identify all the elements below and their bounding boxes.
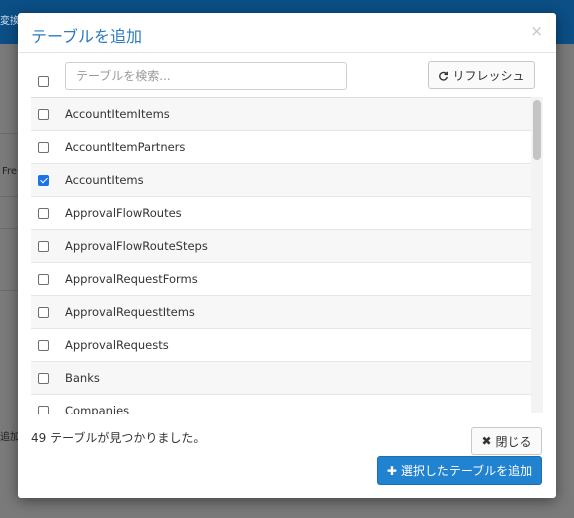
table-row-checkbox[interactable]: [38, 274, 49, 285]
table-name: AccountItemPartners: [65, 140, 186, 154]
add-button-label: 選択したテーブルを追加: [400, 464, 533, 478]
table-row[interactable]: ApprovalRequestItems: [31, 296, 543, 329]
table-row[interactable]: ApprovalRequests: [31, 329, 543, 362]
refresh-icon: [439, 71, 449, 81]
select-all-checkbox[interactable]: [38, 76, 49, 87]
table-row-checkbox[interactable]: [38, 373, 49, 384]
close-button-label: 閉じる: [495, 434, 532, 449]
table-row-checkbox[interactable]: [38, 241, 49, 252]
dialog-header: テーブルを追加 ×: [18, 13, 556, 53]
table-name: ApprovalRequests: [65, 338, 169, 352]
table-row[interactable]: AccountItemPartners: [31, 131, 543, 164]
plus-icon: ✚: [386, 463, 397, 478]
background-divider: [0, 133, 20, 134]
table-row-checkbox[interactable]: [38, 340, 49, 351]
search-input[interactable]: [65, 62, 347, 90]
table-row-checkbox[interactable]: [38, 175, 49, 186]
table-name: ApprovalFlowRoutes: [65, 206, 182, 220]
table-row[interactable]: AccountItemItems: [31, 98, 543, 131]
dialog-toolbar: リフレッシュ: [18, 54, 556, 98]
background-header-text: 変換: [0, 16, 20, 27]
table-name: AccountItems: [65, 173, 144, 187]
table-name: ApprovalRequestForms: [65, 272, 198, 286]
background-text-fragment: Fre: [2, 166, 18, 177]
table-list[interactable]: AccountItemItems AccountItemPartners Accou…: [31, 97, 543, 414]
table-row-checkbox[interactable]: [38, 109, 49, 120]
table-name: ApprovalFlowRouteSteps: [65, 239, 208, 253]
background-divider: [0, 290, 20, 291]
refresh-button[interactable]: リフレッシュ: [428, 61, 535, 89]
close-button[interactable]: ✖ 閉じる: [471, 427, 542, 455]
table-row-checkbox[interactable]: [38, 307, 49, 318]
scrollbar-thumb[interactable]: [533, 100, 541, 160]
table-name: ApprovalRequestItems: [65, 305, 195, 319]
table-row[interactable]: ApprovalFlowRoutes: [31, 197, 543, 230]
refresh-button-label: リフレッシュ: [452, 68, 525, 83]
table-row[interactable]: ApprovalFlowRouteSteps: [31, 230, 543, 263]
table-name: AccountItemItems: [65, 107, 170, 121]
result-count: 49 テーブルが見つかりました。: [31, 431, 206, 445]
add-table-dialog: テーブルを追加 × リフレッシュ AccountItemItemsAccount…: [18, 13, 556, 498]
table-row-checkbox[interactable]: [38, 208, 49, 219]
close-icon: ✖: [481, 434, 492, 448]
dialog-title: テーブルを追加: [31, 27, 143, 46]
table-name: Companies: [65, 404, 130, 414]
table-row[interactable]: Companies: [31, 395, 543, 414]
table-row[interactable]: AccountItems: [31, 164, 543, 197]
background-text-fragment: 追加: [0, 432, 20, 443]
table-row[interactable]: ApprovalRequestForms: [31, 263, 543, 296]
table-row-checkbox[interactable]: [38, 142, 49, 153]
table-name: Banks: [65, 371, 100, 385]
add-selected-tables-button[interactable]: ✚ 選択したテーブルを追加: [377, 456, 542, 485]
background-divider: [0, 228, 20, 229]
close-icon[interactable]: ×: [530, 22, 543, 40]
table-row[interactable]: Banks: [31, 362, 543, 395]
background-divider: [0, 196, 20, 197]
table-row-checkbox[interactable]: [38, 406, 49, 414]
